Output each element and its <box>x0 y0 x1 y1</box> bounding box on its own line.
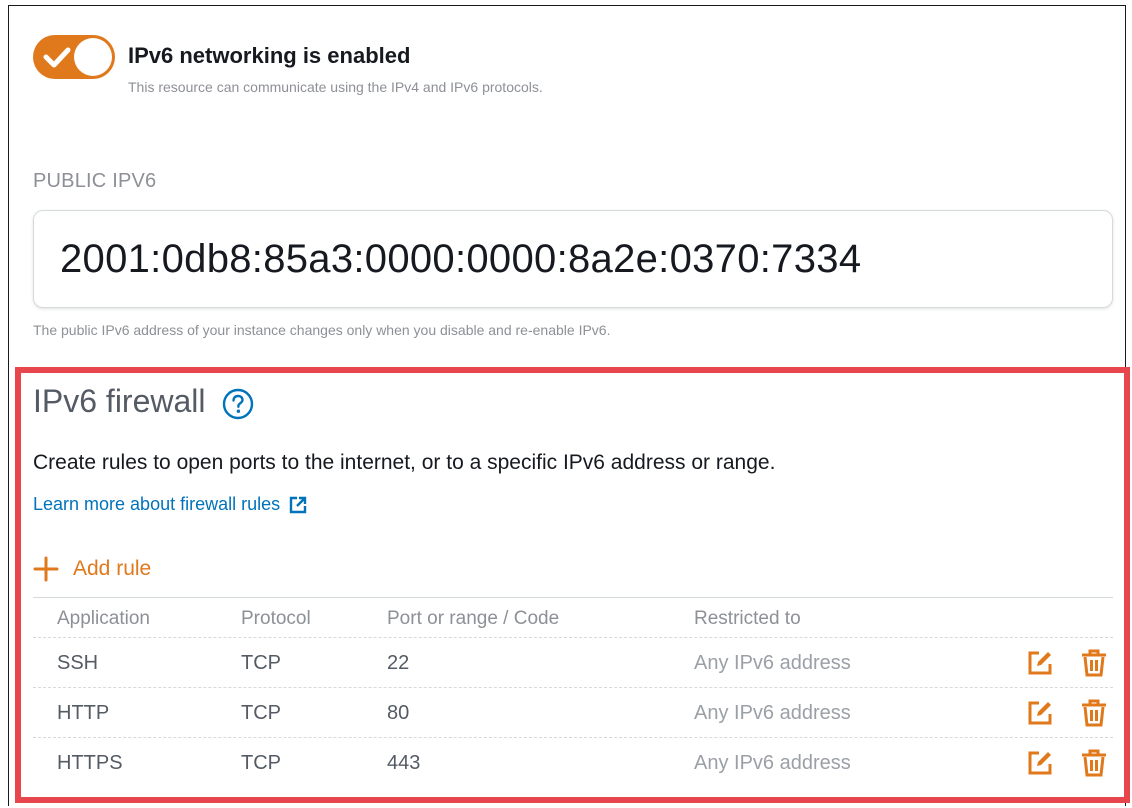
edit-icon[interactable] <box>1025 698 1055 728</box>
rule-protocol: TCP <box>241 652 281 674</box>
public-ipv6-help: The public IPv6 address of your instance… <box>33 322 611 338</box>
rule-restricted-to: Any IPv6 address <box>694 652 851 674</box>
toggle-title: IPv6 networking is enabled <box>128 43 411 68</box>
add-rule-label: Add rule <box>73 557 152 580</box>
ipv6-toggle[interactable] <box>33 35 115 79</box>
rule-port: 443 <box>387 752 421 774</box>
add-rule-button[interactable]: Add rule <box>33 556 151 582</box>
learn-more-firewall-link[interactable]: Learn more about firewall rules <box>33 494 308 515</box>
question-circle-icon[interactable] <box>221 387 255 421</box>
rule-application: HTTPS <box>57 752 123 774</box>
check-icon <box>43 47 71 68</box>
external-link-icon <box>289 496 307 513</box>
rule-actions <box>1025 698 1109 728</box>
learn-more-label: Learn more about firewall rules <box>33 494 281 514</box>
toggle-description: This resource can communicate using the … <box>128 79 543 95</box>
table-row: HTTP TCP 80 Any IPv6 address <box>33 688 1113 738</box>
column-header-protocol: Protocol <box>241 608 311 629</box>
rule-port: 22 <box>387 652 410 674</box>
rule-protocol: TCP <box>241 702 281 724</box>
rule-protocol: TCP <box>241 752 281 774</box>
firewall-description: Create rules to open ports to the intern… <box>33 451 776 474</box>
rule-application: HTTP <box>57 702 110 724</box>
rule-actions <box>1025 648 1109 678</box>
table-row: SSH TCP 22 Any IPv6 address <box>33 638 1113 688</box>
edit-icon[interactable] <box>1025 748 1055 778</box>
edit-icon[interactable] <box>1025 648 1055 678</box>
trash-icon[interactable] <box>1079 648 1109 678</box>
public-ipv6-box: 2001:0db8:85a3:0000:0000:8a2e:0370:7334 <box>33 210 1113 308</box>
table-row: HTTPS TCP 443 Any IPv6 address <box>33 738 1113 788</box>
table-header-row: Application Protocol Port or range / Cod… <box>33 597 1113 638</box>
column-header-application: Application <box>57 608 150 629</box>
rule-port: 80 <box>387 702 410 724</box>
rule-restricted-to: Any IPv6 address <box>694 702 851 724</box>
plus-icon <box>33 556 59 582</box>
trash-icon[interactable] <box>1079 698 1109 728</box>
column-header-port: Port or range / Code <box>387 608 560 629</box>
trash-icon[interactable] <box>1079 748 1109 778</box>
public-ipv6-value: 2001:0db8:85a3:0000:0000:8a2e:0370:7334 <box>60 237 862 281</box>
rule-application: SSH <box>57 652 99 674</box>
column-header-restricted-to: Restricted to <box>694 608 801 629</box>
rule-actions <box>1025 748 1109 778</box>
public-ipv6-label: PUBLIC IPV6 <box>33 170 157 192</box>
toggle-knob <box>74 38 112 76</box>
firewall-title: IPv6 firewall <box>33 383 206 419</box>
rule-restricted-to: Any IPv6 address <box>694 752 851 774</box>
firewall-rules-table: Application Protocol Port or range / Cod… <box>33 597 1113 788</box>
